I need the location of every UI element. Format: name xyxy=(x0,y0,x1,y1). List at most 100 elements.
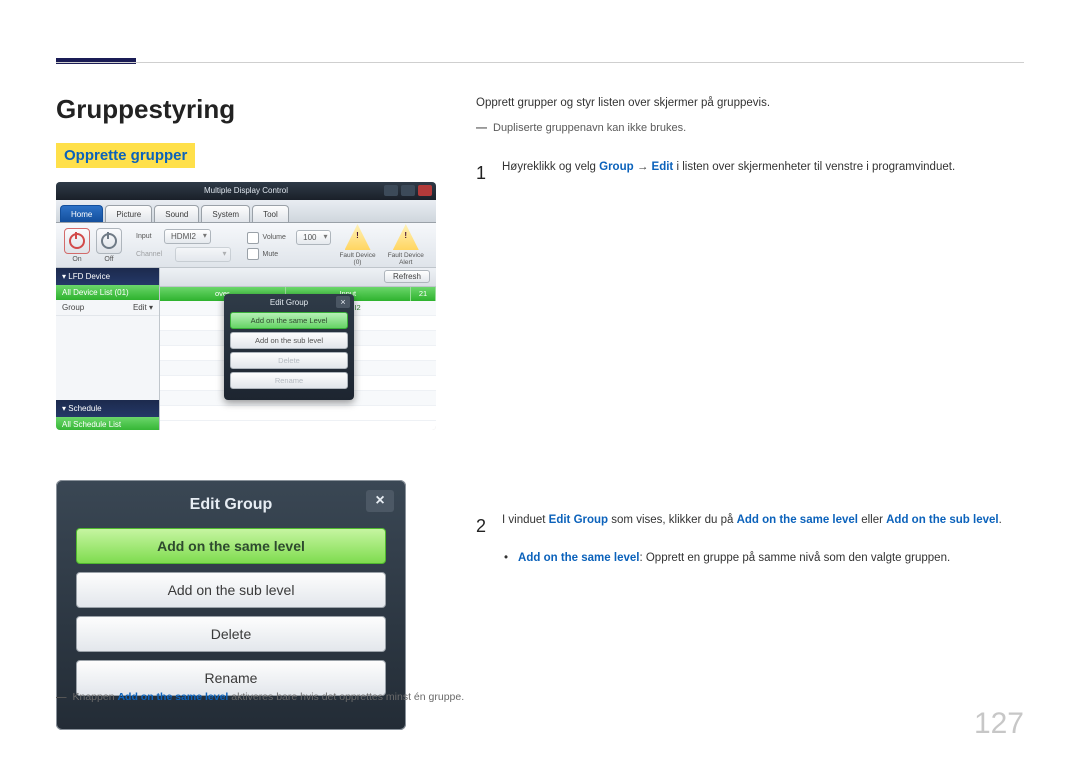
minimize-icon[interactable] xyxy=(384,185,398,196)
page: Gruppestyring Opprette grupper Multiple … xyxy=(0,0,1080,763)
refresh-button[interactable]: Refresh xyxy=(384,270,430,283)
mdc-toolbar: On Off Input HDMI2 Channel Volume 100 Mu… xyxy=(56,223,436,268)
volume-label: Volume xyxy=(263,234,286,241)
fault-device-group: Fault Device (0) xyxy=(337,224,377,266)
power-off-group: Off xyxy=(96,228,122,263)
step-2-text: I vinduet Edit Group som vises, klikker … xyxy=(502,511,1002,542)
power-off-icon xyxy=(101,233,117,249)
input-label: Input xyxy=(136,233,152,240)
sidebar-spacer xyxy=(56,316,159,400)
grid-header-cell: 21 xyxy=(411,287,436,301)
header-rule xyxy=(56,62,1024,63)
bullet-text: Add on the same level: Opprett en gruppe… xyxy=(518,549,950,569)
mini-dialog-title-text: Edit Group xyxy=(270,298,308,307)
mute-checkbox[interactable] xyxy=(247,248,259,260)
page-number: 127 xyxy=(974,707,1024,741)
tab-sound[interactable]: Sound xyxy=(154,205,199,222)
input-dropdown[interactable]: HDMI2 xyxy=(164,229,211,244)
text: : Opprett en gruppe på samme nivå som de… xyxy=(639,552,950,564)
text: i listen over skjermenheter til venstre … xyxy=(673,161,955,173)
text: Høyreklikk og velg xyxy=(502,161,599,173)
power-on-icon xyxy=(69,233,85,249)
mdc-title-text: Multiple Display Control xyxy=(204,186,288,195)
text: I vinduet xyxy=(502,514,549,526)
power-off-button[interactable] xyxy=(96,228,122,254)
grid-toolbar: Refresh xyxy=(160,268,436,287)
dialog-title: Edit Group xyxy=(76,496,386,514)
power-on-button[interactable] xyxy=(64,228,90,254)
note-duplicate-names: ― Dupliserte gruppenavn kan ikke brukes. xyxy=(476,120,1024,137)
edit-group-mini-dialog: Edit Group × Add on the same Level Add o… xyxy=(224,294,354,400)
bullet-dot-icon: • xyxy=(504,549,508,569)
mini-dialog-close-icon[interactable]: × xyxy=(336,296,350,308)
sidebar-header-schedule[interactable]: ▾ Schedule xyxy=(56,400,159,417)
text: eller xyxy=(858,514,886,526)
step-1: 1 Høyreklikk og velg Group → Edit i list… xyxy=(476,158,1024,189)
sidebar-group-row[interactable]: Group Edit ▾ xyxy=(56,300,159,316)
fault-alert-group: Fault Device Alert xyxy=(384,224,428,266)
step-1-text: Høyreklikk og velg Group → Edit i listen… xyxy=(502,158,955,189)
sidebar-header-lfd[interactable]: ▾ LFD Device xyxy=(56,268,159,285)
intro-text: Opprett grupper og styr listen over skje… xyxy=(476,94,1024,114)
fault-alert-label: Fault Device Alert xyxy=(384,252,428,266)
tab-tool[interactable]: Tool xyxy=(252,205,289,222)
footnote: ― Knappen Add on the same level aktivere… xyxy=(56,691,464,703)
add-same-level-button[interactable]: Add on the same level xyxy=(76,528,386,564)
mini-dialog-title: Edit Group × xyxy=(230,298,348,307)
keyword-add-same: Add on the same level xyxy=(117,691,228,703)
mute-label: Mute xyxy=(263,251,279,258)
bullet-add-same-level: • Add on the same level: Opprett en grup… xyxy=(504,549,1024,569)
header-accent-bar xyxy=(56,58,136,64)
step-number: 2 xyxy=(476,511,488,542)
step-number: 1 xyxy=(476,158,488,189)
keyword-edit-group: Edit Group xyxy=(549,514,608,526)
volume-checkbox[interactable] xyxy=(247,232,259,244)
note-text: Dupliserte gruppenavn kan ikke brukes. xyxy=(493,120,686,137)
fault-device-icon[interactable] xyxy=(345,224,371,250)
tab-home[interactable]: Home xyxy=(60,205,103,222)
left-column: Gruppestyring Opprette grupper Multiple … xyxy=(56,94,436,730)
content-columns: Gruppestyring Opprette grupper Multiple … xyxy=(56,94,1024,730)
mini-rename-button[interactable]: Rename xyxy=(230,372,348,389)
tab-system[interactable]: System xyxy=(201,205,250,222)
delete-button[interactable]: Delete xyxy=(76,616,386,652)
close-icon[interactable] xyxy=(418,185,432,196)
window-buttons xyxy=(384,185,432,196)
mdc-screenshot: Multiple Display Control Home Picture So… xyxy=(56,182,436,430)
power-off-label: Off xyxy=(104,256,113,263)
volume-group: Volume 100 Mute xyxy=(247,230,332,260)
input-group: Input HDMI2 Channel xyxy=(136,229,231,262)
mdc-titlebar: Multiple Display Control xyxy=(56,182,436,200)
mini-add-sub-level-button[interactable]: Add on the sub level xyxy=(230,332,348,349)
add-sub-level-button[interactable]: Add on the sub level xyxy=(76,572,386,608)
step-2: 2 I vinduet Edit Group som vises, klikke… xyxy=(476,511,1024,542)
power-on-group: On xyxy=(64,228,90,263)
footnote-dash-icon: ― xyxy=(56,691,67,703)
text: aktiveres bare hvis det opprettes minst … xyxy=(228,691,464,703)
keyword-add-same: Add on the same level xyxy=(737,514,858,526)
power-on-label: On xyxy=(72,256,81,263)
volume-value[interactable]: 100 xyxy=(296,230,331,245)
arrow: → xyxy=(634,161,652,173)
channel-dropdown[interactable] xyxy=(175,247,231,262)
text: . xyxy=(999,514,1002,526)
channel-label: Channel xyxy=(136,251,162,258)
mdc-sidebar: ▾ LFD Device All Device List (01) Group … xyxy=(56,268,160,430)
sidebar-all-devices[interactable]: All Device List (01) xyxy=(56,285,159,300)
tab-picture[interactable]: Picture xyxy=(105,205,152,222)
text: som vises, klikker du på xyxy=(608,514,736,526)
sidebar-group-label: Group xyxy=(62,303,84,312)
sidebar-group-edit[interactable]: Edit ▾ xyxy=(133,303,153,312)
mini-add-same-level-button[interactable]: Add on the same Level xyxy=(230,312,348,329)
fault-device-label: Fault Device (0) xyxy=(337,252,377,266)
note-dash-icon: ― xyxy=(476,120,487,137)
spacer xyxy=(476,189,1024,489)
dialog-close-icon[interactable]: × xyxy=(366,490,394,512)
keyword-edit: Edit xyxy=(652,161,674,173)
fault-alert-icon[interactable] xyxy=(393,224,419,250)
sidebar-all-schedule[interactable]: All Schedule List xyxy=(56,417,159,430)
maximize-icon[interactable] xyxy=(401,185,415,196)
mini-delete-button[interactable]: Delete xyxy=(230,352,348,369)
footnote-text: Knappen Add on the same level aktiveres … xyxy=(73,691,465,703)
section-subheading: Opprette grupper xyxy=(56,143,195,168)
